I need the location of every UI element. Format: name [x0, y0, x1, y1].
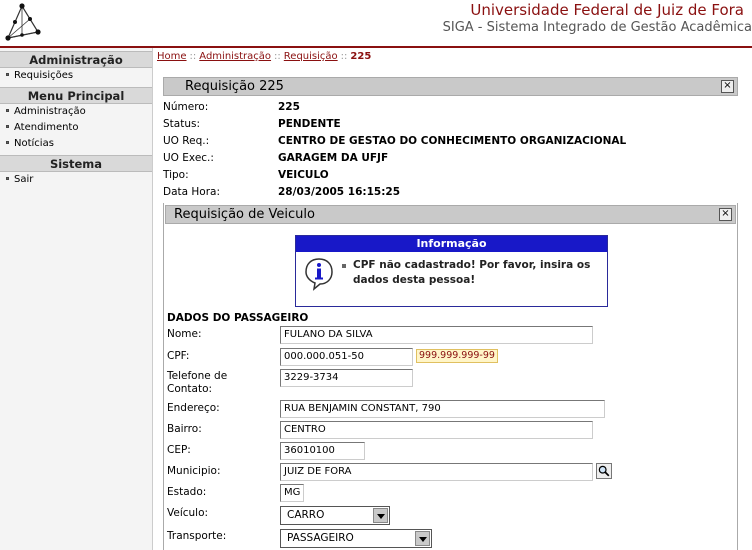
sidebar-section-menu-principal: Menu Principal — [0, 87, 152, 104]
bullet-icon — [6, 176, 9, 180]
info-value: VEICULO — [278, 169, 329, 181]
panel-title: Requisição 225 — [185, 79, 284, 94]
sidebar: Administração Requisições Menu Principal… — [0, 48, 153, 550]
info-label: UO Exec.: — [163, 152, 214, 164]
sidebar-section-administracao: Administração — [0, 51, 152, 68]
breadcrumb-separator: :: — [340, 51, 348, 62]
sidebar-item-label: Atendimento — [14, 122, 79, 133]
breadcrumb-administracao[interactable]: Administração — [199, 51, 271, 62]
search-icon[interactable] — [596, 463, 612, 479]
bullet-icon — [6, 124, 9, 128]
municipio-label: Municipio: — [167, 465, 221, 477]
info-message-box: Informação CPF não cadastrado! Por favor… — [295, 235, 608, 307]
siga-logo-icon — [5, 3, 41, 41]
info-label: UO Req.: — [163, 135, 210, 147]
veiculo-label: Veículo: — [167, 507, 209, 519]
transporte-label: Transporte: — [167, 530, 227, 542]
breadcrumb: Home:: Administração:: Requisição:: 225 — [157, 51, 371, 62]
breadcrumb-separator: :: — [189, 51, 197, 62]
cep-field[interactable]: 36010100 — [280, 442, 365, 460]
info-label: Número: — [163, 101, 209, 113]
bullet-icon — [6, 72, 9, 76]
estado-label: Estado: — [167, 486, 207, 498]
info-value: GARAGEM DA UFJF — [278, 152, 389, 164]
bullet-icon — [6, 140, 9, 144]
estado-field[interactable]: MG — [280, 484, 304, 502]
sidebar-item-atendimento[interactable]: Atendimento — [0, 120, 152, 136]
info-value: PENDENTE — [278, 118, 341, 130]
breadcrumb-home[interactable]: Home — [157, 51, 187, 62]
requisicao-panel-title: Requisição 225 × — [163, 77, 738, 96]
subpanel-title: Requisição de Veiculo — [174, 207, 315, 222]
cep-label: CEP: — [167, 444, 191, 456]
info-icon — [305, 258, 333, 291]
sidebar-item-noticias[interactable]: Notícias — [0, 136, 152, 152]
sidebar-item-label: Notícias — [14, 138, 54, 149]
bairro-label: Bairro: — [167, 423, 202, 435]
cpf-field[interactable]: 000.000.051-50 — [280, 348, 413, 366]
system-name: SIGA - Sistema Integrado de Gestão Acadê… — [442, 20, 752, 35]
chevron-down-icon[interactable] — [373, 508, 388, 523]
info-label: Status: — [163, 118, 200, 130]
veiculo-panel-title: Requisição de Veiculo × — [165, 205, 736, 224]
cpf-mask-hint: 999.999.999-99 — [416, 349, 498, 363]
info-value: 225 — [278, 101, 300, 113]
bullet-icon — [342, 264, 346, 268]
breadcrumb-requisicao[interactable]: Requisição — [284, 51, 338, 62]
header: Universidade Federal de Juiz de Fora SIG… — [0, 0, 752, 48]
nome-label: Nome: — [167, 328, 202, 340]
info-message: CPF não cadastrado! Por favor, insira os… — [353, 259, 591, 286]
bairro-field[interactable]: CENTRO — [280, 421, 593, 439]
sidebar-item-label: Requisições — [14, 70, 74, 81]
info-box-title: Informação — [296, 236, 607, 252]
veiculo-selected-value: CARRO — [287, 509, 325, 521]
info-label: Data Hora: — [163, 186, 221, 198]
endereco-field[interactable]: RUA BENJAMIN CONSTANT, 790 — [280, 400, 605, 418]
telefone-field[interactable]: 3229-3734 — [280, 369, 413, 387]
section-dados-passageiro: DADOS DO PASSAGEIRO — [167, 312, 309, 324]
breadcrumb-current: 225 — [350, 51, 372, 62]
sidebar-item-sair[interactable]: Sair — [0, 172, 152, 188]
chevron-down-icon[interactable] — [415, 531, 430, 546]
transporte-select[interactable]: PASSAGEIRO — [280, 529, 432, 548]
close-icon[interactable]: × — [719, 208, 732, 221]
cpf-label: CPF: — [167, 350, 190, 362]
endereco-label: Endereço: — [167, 402, 220, 414]
info-label: Tipo: — [163, 169, 189, 181]
breadcrumb-separator: :: — [274, 51, 281, 62]
transporte-selected-value: PASSAGEIRO — [287, 532, 354, 544]
bullet-icon — [6, 108, 9, 112]
close-icon[interactable]: × — [721, 80, 734, 93]
info-value: CENTRO DE GESTAO DO CONHECIMENTO ORGANIZ… — [278, 135, 627, 147]
telefone-label-1: Telefone de — [167, 370, 228, 382]
telefone-label-2: Contato: — [167, 383, 213, 395]
sidebar-item-label: Sair — [14, 174, 34, 185]
sidebar-item-requisicoes[interactable]: Requisições — [0, 68, 152, 84]
municipio-field[interactable]: JUIZ DE FORA — [280, 463, 593, 481]
sidebar-item-administracao[interactable]: Administração — [0, 104, 152, 120]
sidebar-item-label: Administração — [14, 106, 86, 117]
nome-field[interactable]: FULANO DA SILVA — [280, 326, 593, 344]
university-name: Universidade Federal de Juiz de Fora — [470, 1, 744, 19]
info-value: 28/03/2005 16:15:25 — [278, 186, 401, 198]
sidebar-section-sistema: Sistema — [0, 155, 152, 172]
veiculo-select[interactable]: CARRO — [280, 506, 390, 525]
